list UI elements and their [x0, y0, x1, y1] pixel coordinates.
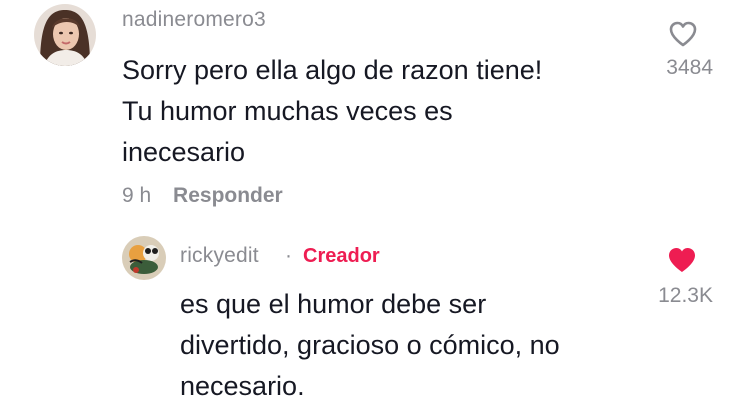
- user-avatar-photo-icon: [34, 4, 96, 66]
- heart-filled-icon: [669, 248, 695, 272]
- comment-text: Sorry pero ella algo de razon tiene! Tu …: [122, 50, 542, 173]
- comment-thread: nadineromero3 Sorry pero ella algo de ra…: [0, 0, 730, 410]
- creator-avatar[interactable]: [122, 236, 166, 280]
- reply-like-button[interactable]: [667, 246, 697, 274]
- reply-line: divertido, gracioso o cómico, no: [180, 330, 560, 360]
- creator-avatar-photo-icon: [122, 236, 166, 280]
- separator-dot: ·: [285, 244, 292, 267]
- heart-outline-icon: [669, 21, 697, 47]
- creator-username[interactable]: rickyedit: [180, 244, 259, 268]
- like-button[interactable]: [668, 20, 698, 48]
- reply-line: es que el humor debe ser: [180, 289, 487, 319]
- comment-timestamp: 9 h: [122, 184, 152, 207]
- reply-button[interactable]: Responder: [173, 184, 283, 207]
- commenter-avatar[interactable]: [34, 4, 96, 66]
- like-count: 3484: [666, 56, 713, 79]
- comment-line: inecesario: [122, 137, 246, 167]
- reply-line: necesario.: [180, 371, 305, 401]
- creator-badge: Creador: [303, 245, 380, 267]
- reply-text: es que el humor debe ser divertido, grac…: [180, 284, 560, 407]
- comment-meta: 9 h Responder: [122, 184, 283, 208]
- comment-line: Tu humor muchas veces es: [122, 96, 453, 126]
- comment-line: Sorry pero ella algo de razon tiene!: [122, 55, 543, 85]
- commenter-username[interactable]: nadineromero3: [122, 8, 266, 32]
- reply-like-count: 12.3K: [658, 284, 713, 307]
